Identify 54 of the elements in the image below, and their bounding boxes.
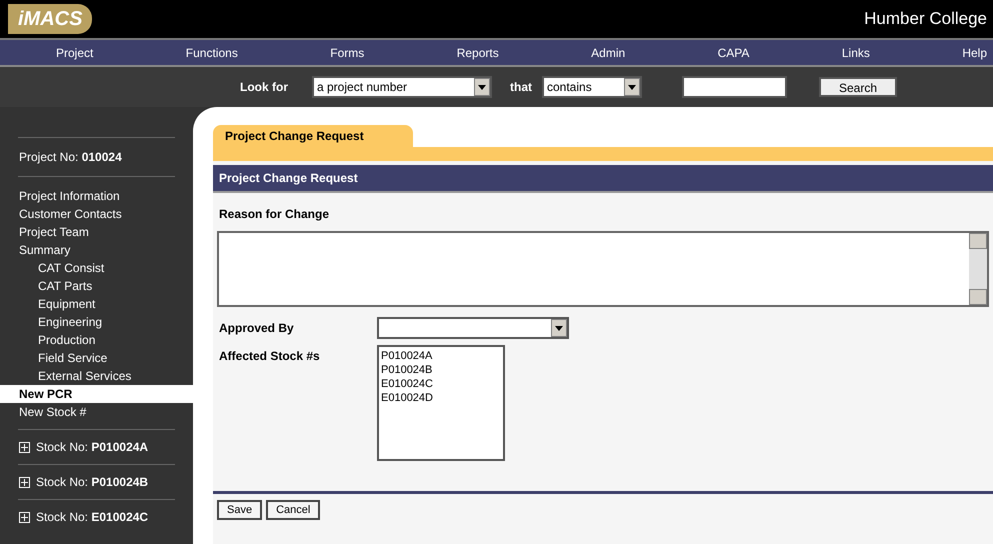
- dropdown-caret-icon[interactable]: [624, 78, 640, 96]
- stock-link[interactable]: Stock No: P010024B: [36, 473, 148, 491]
- affected-stock-label: Affected Stock #s: [219, 348, 321, 365]
- expand-icon[interactable]: [19, 476, 30, 488]
- search-type-select[interactable]: a project number: [312, 76, 492, 98]
- organization-name: Humber College: [864, 8, 987, 30]
- menu-item[interactable]: Admin: [551, 44, 666, 62]
- app-logo: iMACS: [8, 4, 92, 34]
- sidebar-item[interactable]: Engineering: [0, 313, 193, 331]
- sidebar-item[interactable]: Summary: [0, 241, 193, 259]
- form-button[interactable]: Cancel: [266, 500, 320, 520]
- expand-icon[interactable]: [19, 512, 30, 522]
- stock-link[interactable]: Stock No: E010024C: [36, 508, 148, 526]
- look-for-label: Look for: [240, 79, 288, 96]
- menu-item[interactable]: Functions: [146, 44, 278, 62]
- scrollbar[interactable]: [969, 233, 987, 305]
- approved-by-label: Approved By: [219, 320, 295, 337]
- menu-item[interactable]: Help: [922, 44, 987, 62]
- sidebar-item[interactable]: External Services: [0, 367, 193, 385]
- stock-link[interactable]: Stock No: P010024A: [36, 438, 148, 456]
- project-number: Project No: 010024: [19, 150, 122, 164]
- affected-stock-list[interactable]: P010024A P010024B E010024C E010024D: [377, 345, 505, 461]
- menu-item[interactable]: Links: [802, 44, 910, 62]
- menu-item[interactable]: CAPA: [678, 44, 790, 62]
- reason-textarea[interactable]: [217, 231, 989, 307]
- form-tab[interactable]: Project Change Request: [213, 125, 413, 147]
- list-option[interactable]: P010024A: [379, 349, 503, 363]
- form-title-bar: Project Change Request: [213, 165, 993, 193]
- reason-label: Reason for Change: [218, 206, 330, 223]
- approved-by-select[interactable]: [377, 317, 569, 339]
- expand-icon[interactable]: [19, 442, 30, 452]
- sidebar-item[interactable]: Project Team: [0, 223, 193, 241]
- list-option[interactable]: P010024B: [379, 363, 503, 377]
- list-option[interactable]: E010024C: [379, 377, 503, 391]
- sidebar-item[interactable]: Field Service: [0, 349, 193, 367]
- dropdown-caret-icon[interactable]: [474, 78, 490, 96]
- list-option[interactable]: E010024D: [379, 391, 503, 405]
- search-button[interactable]: Search: [819, 77, 897, 97]
- sidebar-item[interactable]: New PCR: [0, 385, 193, 403]
- match-select[interactable]: contains: [542, 76, 642, 98]
- sidebar-item[interactable]: Equipment: [0, 295, 193, 313]
- search-field[interactable]: [682, 76, 787, 98]
- sidebar-item[interactable]: New Stock #: [0, 403, 193, 421]
- menu-item[interactable]: Project: [6, 44, 134, 62]
- dropdown-caret-icon[interactable]: [551, 319, 567, 337]
- sidebar-item[interactable]: Customer Contacts: [0, 205, 193, 223]
- sidebar-item[interactable]: CAT Consist: [0, 259, 193, 277]
- sidebar-item[interactable]: Project Information: [0, 187, 193, 205]
- menu-item[interactable]: Forms: [290, 44, 404, 62]
- sidebar-item[interactable]: CAT Parts: [0, 277, 193, 295]
- menu-item[interactable]: Reports: [416, 44, 539, 62]
- form-button[interactable]: Save: [217, 500, 262, 520]
- that-label: that: [510, 79, 532, 96]
- sidebar-item[interactable]: Production: [0, 331, 193, 349]
